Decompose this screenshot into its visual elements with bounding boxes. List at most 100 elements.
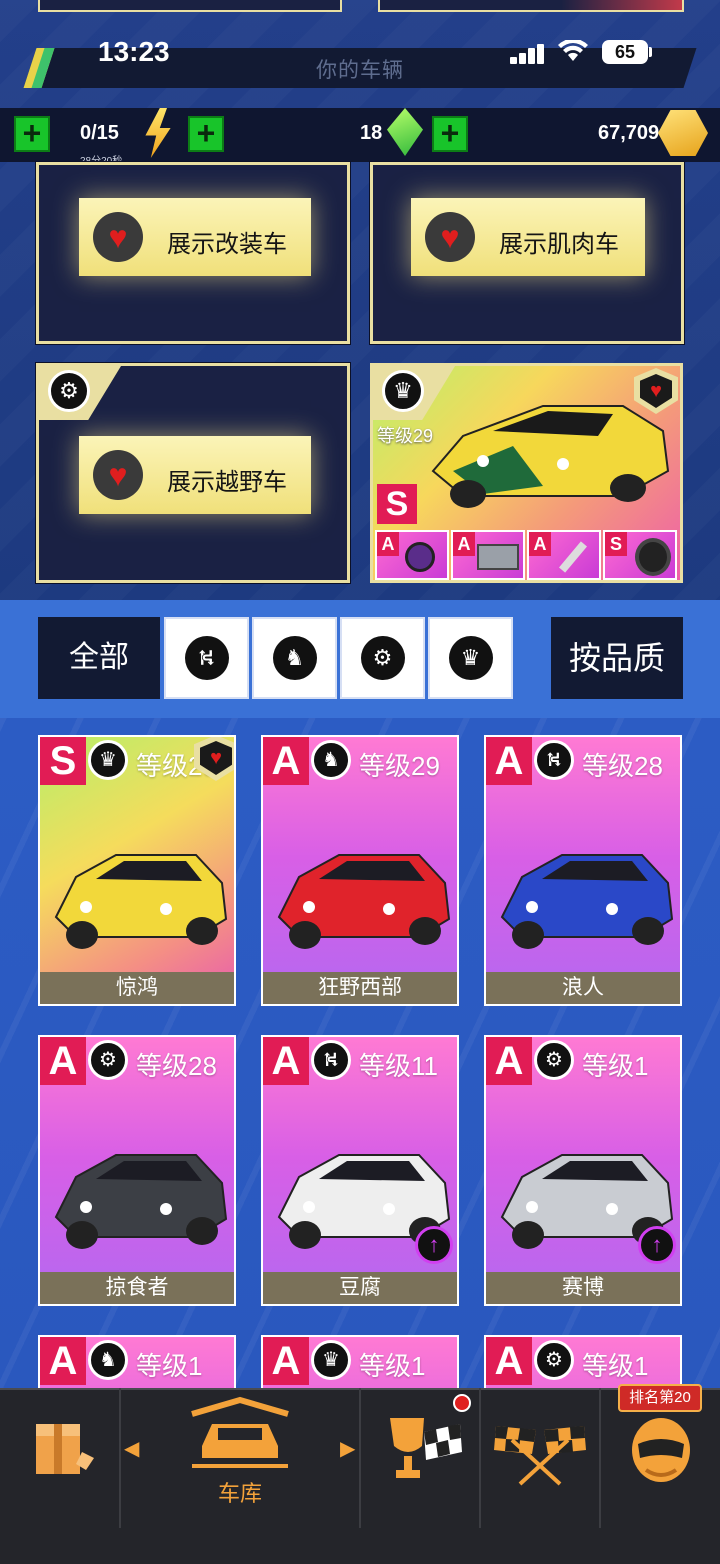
engine-icon (477, 544, 519, 570)
suspension-icon (559, 541, 587, 573)
add-gems-button[interactable]: + (188, 116, 224, 152)
car-card[interactable]: S ♛ 等级29 惊鸿 ♥ (38, 735, 236, 1006)
tire-icon (635, 538, 671, 576)
filter-road-button[interactable]: ⛕ (164, 617, 249, 699)
notification-dot (453, 1394, 471, 1412)
nav-shop-button[interactable] (30, 1418, 98, 1480)
filter-all-button[interactable]: 全部 (38, 617, 160, 699)
car-level: 等级1 (582, 1051, 649, 1081)
checkered-flags-icon (494, 1426, 586, 1486)
car-card[interactable]: A ⚙ 等级1 赛博 ↑ (484, 1035, 682, 1306)
grade-badge: A (486, 1037, 532, 1085)
grade-badge: A (486, 1337, 532, 1385)
grade-badge: A (486, 737, 532, 785)
car-name: 惊鸿 (40, 972, 234, 1004)
shop-box-icon (36, 1424, 94, 1474)
show-muscle-button[interactable]: ♥ 展示肌肉车 (411, 198, 645, 276)
wheel-icon: ⚙ (534, 1040, 574, 1080)
showcase-slot-offroad[interactable]: ⚙ ♥ 展示越野车 (36, 363, 350, 583)
grade-badge: A (263, 1037, 309, 1085)
car-name: 赛博 (486, 1272, 680, 1304)
featured-car-image (431, 405, 670, 508)
add-gold-button[interactable]: + (432, 116, 468, 152)
showcase-slot-mod[interactable]: ♥ 展示改装车 (36, 162, 350, 344)
grade-badge: A (40, 1337, 86, 1385)
wifi-icon (558, 40, 588, 61)
wheel-icon: ⚙ (360, 636, 405, 680)
partial-tile-top-right[interactable] (378, 0, 684, 12)
grade-badge: A (263, 737, 309, 785)
nav-garage-button[interactable] (188, 1396, 292, 1470)
filter-crown-button[interactable]: ♛ (428, 617, 513, 699)
grade-badge: S (40, 737, 86, 785)
nav-divider (599, 1388, 601, 1528)
battery-icon: 65 (602, 40, 648, 64)
show-mod-label: 展示改装车 (167, 231, 287, 258)
nav-divider (359, 1388, 361, 1528)
car-image (54, 854, 228, 949)
partial-tile-top-left[interactable] (38, 0, 342, 12)
horse-icon: ♞ (88, 1340, 128, 1380)
part-slot-tire[interactable]: S (603, 530, 677, 580)
nav-divider (479, 1388, 481, 1528)
nav-divider (119, 1388, 121, 1528)
crown-icon: ♛ (448, 636, 493, 680)
add-energy-button[interactable]: + (14, 116, 50, 152)
car-level: 等级11 (359, 1051, 438, 1081)
show-mod-button[interactable]: ♥ 展示改装车 (79, 198, 311, 276)
nav-profile-button[interactable] (630, 1414, 692, 1486)
crown-icon: ♛ (382, 370, 424, 412)
car-level: 等级1 (359, 1351, 426, 1381)
wheel-icon: ⚙ (534, 1340, 574, 1380)
status-time: 13:23 (98, 36, 170, 67)
upgrade-arrow-icon[interactable]: ↑ (415, 1226, 453, 1264)
gem-count: 18 (360, 122, 383, 144)
car-card[interactable]: A ⚙ 等级28 掠食者 (38, 1035, 236, 1306)
heart-icon: ♥ (200, 741, 232, 775)
car-level: 等级28 (136, 1051, 217, 1081)
sort-by-quality-button[interactable]: 按品质 (551, 617, 683, 699)
car-name: 狂野西部 (263, 972, 457, 1004)
car-level: 等级1 (136, 1351, 203, 1381)
filter-wheel-button[interactable]: ⚙ (340, 617, 425, 699)
car-card[interactable]: A ♞ 等级29 狂野西部 (261, 735, 459, 1006)
trophy-icon (390, 1418, 462, 1478)
part-slot-engine[interactable]: A (451, 530, 525, 580)
helmet-icon (632, 1418, 690, 1482)
road-icon: ⛕ (184, 636, 229, 680)
horse-icon: ♞ (311, 740, 351, 780)
part-slot-suspension[interactable]: A (527, 530, 601, 580)
filter-horse-button[interactable]: ♞ (252, 617, 337, 699)
car-image (54, 1154, 228, 1249)
nav-race-button[interactable] (492, 1420, 588, 1486)
wheel-icon: ⚙ (48, 370, 90, 412)
upgrade-arrow-icon[interactable]: ↑ (638, 1226, 676, 1264)
car-name: 掠食者 (40, 1272, 234, 1304)
gold-count: 67,709 (598, 122, 660, 144)
part-slot-turbo[interactable]: A (375, 530, 449, 580)
nav-events-button[interactable] (384, 1412, 464, 1484)
energy-count: 0/15 (80, 122, 119, 144)
car-name: 豆腐 (263, 1272, 457, 1304)
nav-garage-label: 车库 (218, 1481, 263, 1506)
nav-next-arrow-icon[interactable]: ▶ (340, 1436, 355, 1461)
nav-prev-arrow-icon[interactable]: ◀ (124, 1436, 139, 1461)
rank-badge: 排名第20 (618, 1384, 702, 1412)
road-icon: ⛕ (311, 1040, 351, 1080)
car-name: 浪人 (486, 972, 680, 1004)
car-level: 等级28 (582, 751, 663, 781)
horse-icon: ♞ (272, 636, 317, 680)
show-offroad-button[interactable]: ♥ 展示越野车 (79, 436, 311, 514)
garage-car-icon (191, 1396, 289, 1468)
show-muscle-label: 展示肌肉车 (499, 231, 619, 258)
road-icon: ⛕ (534, 740, 574, 780)
featured-car-tile[interactable]: ♛ 等级29 ♥ S A A A S (370, 363, 683, 583)
showcase-slot-muscle[interactable]: ♥ 展示肌肉车 (370, 162, 684, 344)
crown-icon: ♛ (311, 1340, 351, 1380)
heart-icon: ♥ (425, 212, 475, 262)
car-image (500, 854, 674, 949)
car-card[interactable]: A ⛕ 等级28 浪人 (484, 735, 682, 1006)
car-card[interactable]: A ⛕ 等级11 豆腐 ↑ (261, 1035, 459, 1306)
car-level: 等级1 (582, 1351, 649, 1381)
featured-grade: S (377, 484, 417, 524)
